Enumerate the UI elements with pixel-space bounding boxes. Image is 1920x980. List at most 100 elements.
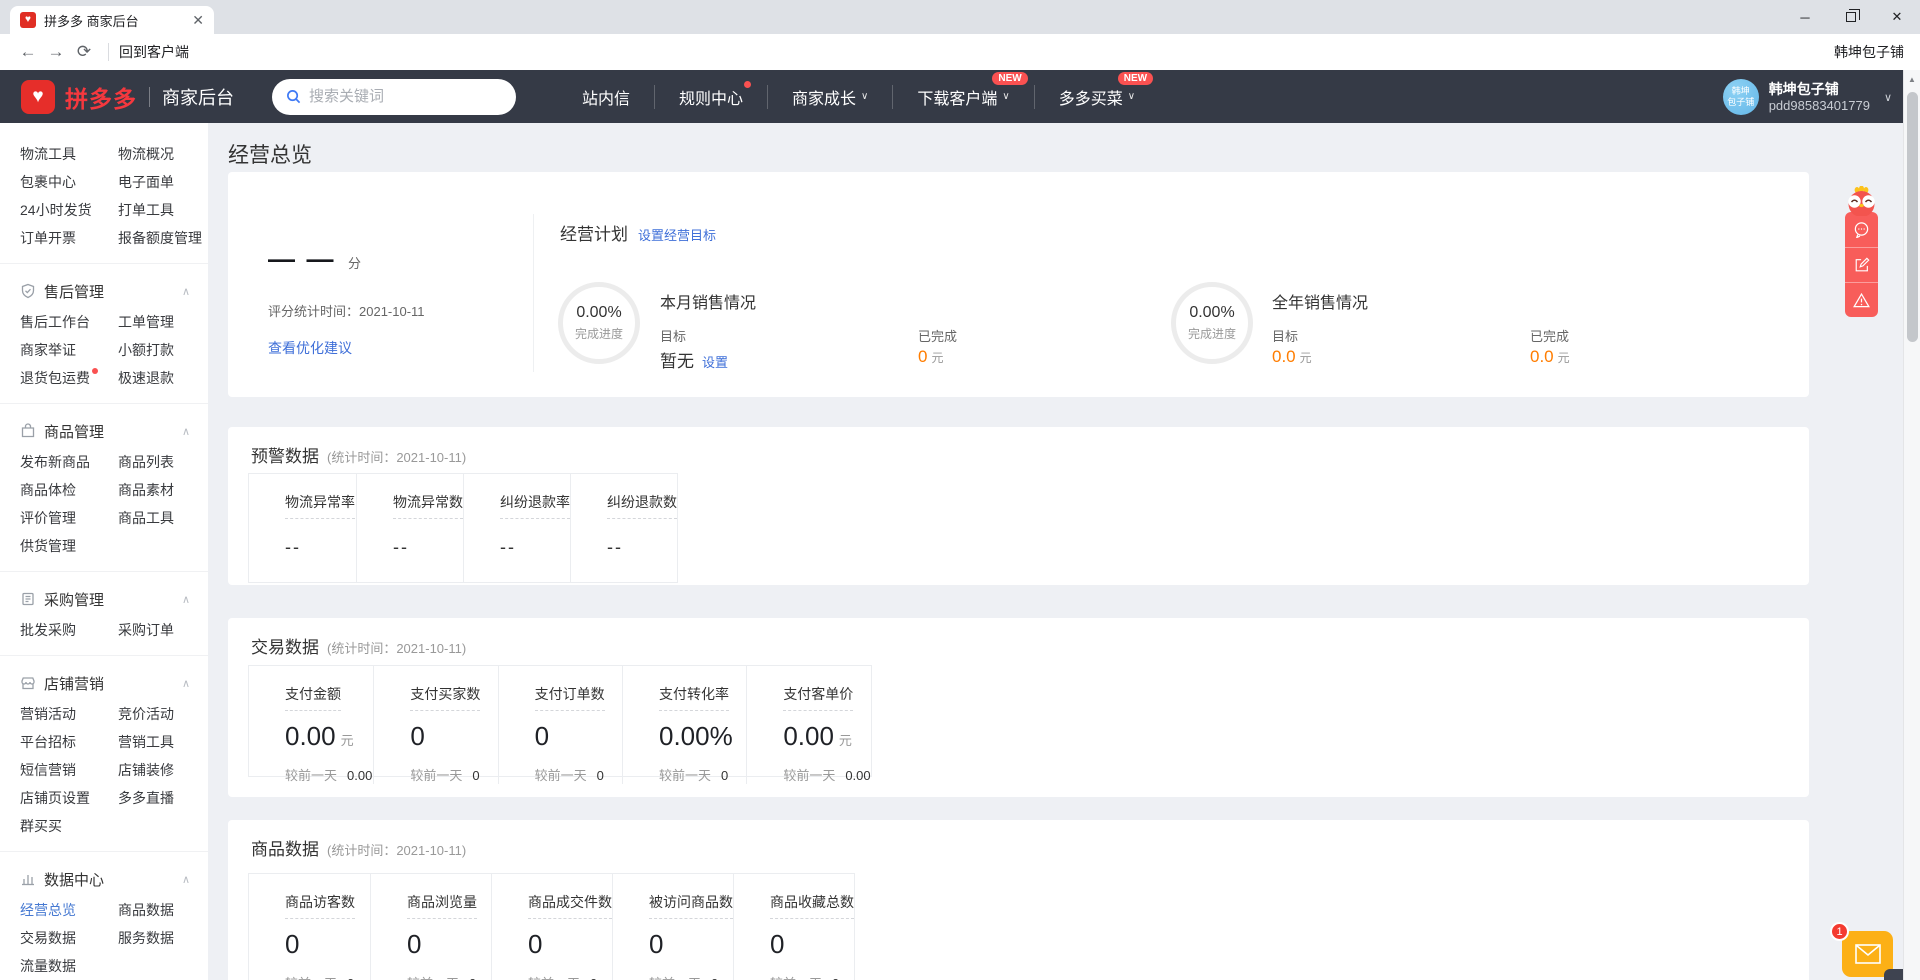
set-goal-link[interactable]: 设置经营目标 xyxy=(638,225,716,244)
sidebar-item[interactable]: 打单工具 xyxy=(118,196,182,224)
sidebar-item[interactable]: 供货管理 xyxy=(20,532,84,560)
browser-tab[interactable]: ♥ 拼多多 商家后台 ✕ xyxy=(10,6,214,34)
sidebar-item[interactable]: 商家举证 xyxy=(20,336,84,364)
feedback-button[interactable] xyxy=(1845,247,1878,282)
sidebar-item[interactable]: 物流工具 xyxy=(20,140,84,168)
sidebar-item[interactable]: 包裹中心 xyxy=(20,168,84,196)
sidebar-item[interactable]: 退货包运费 xyxy=(20,364,98,392)
metric-cell: 支付客单价 0.00元 较前一天0.00 xyxy=(746,666,870,784)
month-progress-ring: 0.00% 完成进度 xyxy=(558,282,640,364)
tab-title: 拼多多 商家后台 xyxy=(44,11,186,30)
metric-cell: 被访问商品数 0 较前一天0 xyxy=(612,874,733,980)
warning-data-card: 预警数据 (统计时间：2021-10-11) 物流异常率 -- 物流异常数 --… xyxy=(228,427,1809,585)
notification-dot xyxy=(744,81,751,88)
metric-compare: 较前一天0 xyxy=(659,765,746,784)
chevron-up-icon[interactable]: ∧ xyxy=(182,425,190,438)
sidebar-item[interactable]: 平台招标 xyxy=(20,728,84,756)
metric-box: 物流异常率 -- 物流异常数 -- 纠纷退款率 -- 纠纷退款数 -- xyxy=(248,473,678,583)
sidebar-section-header[interactable]: 数据中心 ∧ xyxy=(0,862,208,896)
chevron-up-icon[interactable]: ∧ xyxy=(182,873,190,886)
back-icon[interactable]: ← xyxy=(14,42,42,62)
sidebar-item[interactable]: 采购订单 xyxy=(118,616,182,644)
user-menu[interactable]: 韩坤 包子铺 韩坤包子铺 pdd98583401779 ∨ xyxy=(1723,79,1892,115)
avatar: 韩坤 包子铺 xyxy=(1723,79,1759,115)
sidebar-item[interactable]: 商品数据 xyxy=(118,896,182,924)
sidebar-item[interactable]: 小额打款 xyxy=(118,336,182,364)
sidebar-item[interactable]: 报备额度管理 xyxy=(118,224,208,252)
shop-name: 韩坤包子铺 xyxy=(1769,81,1870,98)
marketing-icon xyxy=(20,675,37,692)
sidebar-item[interactable]: 流量数据 xyxy=(20,952,84,980)
metric-value: 0 xyxy=(528,929,612,960)
sidebar-item[interactable]: 服务数据 xyxy=(118,924,182,952)
sidebar-item[interactable]: 群买买 xyxy=(20,812,70,840)
metric-cell: 商品成交件数 0 较前一天0 xyxy=(491,874,612,980)
restore-button[interactable] xyxy=(1828,0,1874,34)
minimize-button[interactable]: ─ xyxy=(1782,0,1828,34)
search-box[interactable] xyxy=(272,79,516,115)
sidebar-item[interactable]: 物流概况 xyxy=(118,140,182,168)
sidebar-item[interactable]: 多多直播 xyxy=(118,784,182,812)
set-link[interactable]: 设置 xyxy=(702,355,728,370)
browser-profile-name[interactable]: 韩坤包子铺 xyxy=(1834,42,1904,62)
sidebar-item[interactable]: 商品素材 xyxy=(118,476,182,504)
sidebar-item[interactable]: 电子面单 xyxy=(118,168,182,196)
scroll-up-arrow-icon[interactable]: ▲ xyxy=(1904,70,1920,84)
metric-compare: 较前一天0 xyxy=(649,973,733,980)
metric-compare: 较前一天0.00 xyxy=(285,765,373,784)
sidebar-item[interactable]: 经营总览 xyxy=(20,896,84,924)
sidebar-item[interactable]: 发布新商品 xyxy=(20,448,98,476)
bookmark-back-to-client[interactable]: 回到客户端 xyxy=(119,42,189,62)
sidebar-section-header[interactable]: 店铺营销 ∧ xyxy=(0,666,208,700)
search-input[interactable] xyxy=(309,88,489,105)
forward-icon[interactable]: → xyxy=(42,42,70,62)
report-button[interactable] xyxy=(1845,282,1878,317)
appbar-nav-item[interactable]: 商家成长 ∨ xyxy=(767,85,892,109)
metric-label: 支付转化率 xyxy=(659,684,729,711)
sidebar-item[interactable]: 短信营销 xyxy=(20,756,84,784)
mail-icon xyxy=(1855,944,1881,964)
chevron-up-icon[interactable]: ∧ xyxy=(182,285,190,298)
sidebar-item[interactable]: 竞价活动 xyxy=(118,700,182,728)
month-done-value: 0元 xyxy=(918,347,943,367)
shop-account-id: pdd98583401779 xyxy=(1769,98,1870,114)
reload-icon[interactable]: ⟳ xyxy=(70,42,98,62)
sidebar-item[interactable]: 商品工具 xyxy=(118,504,182,532)
sidebar-item[interactable]: 营销工具 xyxy=(118,728,182,756)
sidebar-item[interactable]: 商品列表 xyxy=(118,448,182,476)
appbar-nav-item[interactable]: 多多买菜 ∨ NEW xyxy=(1034,85,1159,109)
scrollbar-thumb[interactable] xyxy=(1907,92,1918,342)
sidebar-item[interactable]: 店铺页设置 xyxy=(20,784,98,812)
score: — — 分 xyxy=(268,244,361,275)
pdd-logo-icon[interactable]: ♥ xyxy=(21,80,55,114)
sidebar-item[interactable]: 商品体检 xyxy=(20,476,84,504)
view-advice-link[interactable]: 查看优化建议 xyxy=(268,338,352,358)
sidebar-item[interactable]: 评价管理 xyxy=(20,504,84,532)
sidebar-section-header[interactable]: 商品管理 ∧ xyxy=(0,414,208,448)
sidebar-item[interactable]: 交易数据 xyxy=(20,924,84,952)
appbar-nav-item[interactable]: 下载客户端 ∨ NEW xyxy=(892,85,1033,109)
sidebar-section-header[interactable]: 采购管理 ∧ xyxy=(0,582,208,616)
warning-triangle-icon xyxy=(1853,292,1870,309)
sidebar-item[interactable]: 极速退款 xyxy=(118,364,182,392)
sidebar-item[interactable]: 订单开票 xyxy=(20,224,84,252)
chevron-up-icon[interactable]: ∧ xyxy=(182,677,190,690)
sidebar-item[interactable]: 24小时发货 xyxy=(20,196,100,224)
sidebar-section-header[interactable]: 售后管理 ∧ xyxy=(0,274,208,308)
sidebar-item[interactable]: 工单管理 xyxy=(118,308,182,336)
close-button[interactable]: ✕ xyxy=(1874,0,1920,34)
tab-close-icon[interactable]: ✕ xyxy=(192,12,204,29)
chevron-up-icon[interactable]: ∧ xyxy=(182,593,190,606)
page-scrollbar[interactable]: ▲ xyxy=(1903,70,1920,980)
chat-service-button[interactable] xyxy=(1845,212,1878,247)
sidebar-item[interactable]: 店铺装修 xyxy=(118,756,182,784)
appbar-nav-item[interactable]: 规则中心 ∨ xyxy=(654,85,767,109)
sidebar-item[interactable]: 营销活动 xyxy=(20,700,84,728)
appbar-nav-item[interactable]: 站内信 ∨ xyxy=(558,85,654,109)
nav-item-label: 规则中心 xyxy=(679,85,743,109)
sidebar-item[interactable]: 批发采购 xyxy=(20,616,84,644)
sidebar-item[interactable]: 售后工作台 xyxy=(20,308,98,336)
edit-icon xyxy=(1854,257,1870,273)
metric-label: 物流异常数 xyxy=(393,492,463,519)
brand-wordmark: 拼多多 xyxy=(65,80,137,114)
